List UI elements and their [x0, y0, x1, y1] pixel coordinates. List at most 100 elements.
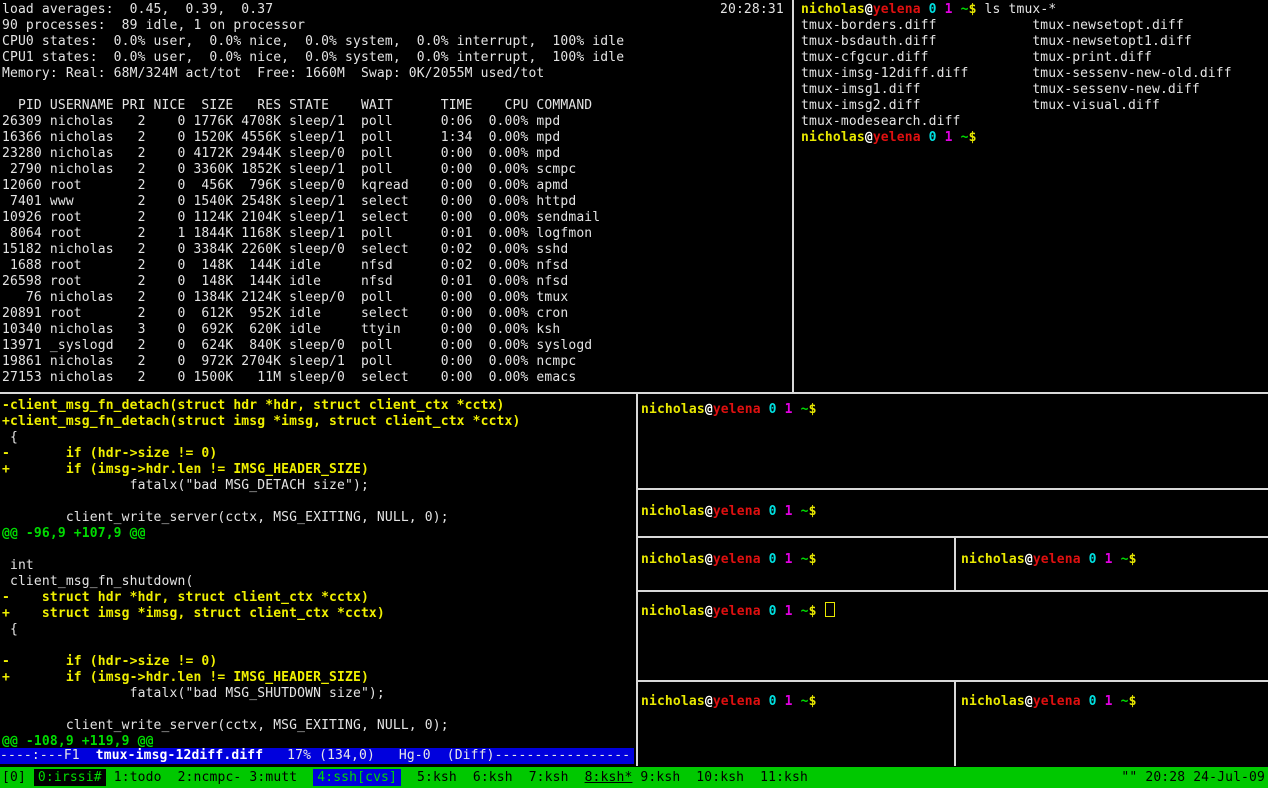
pane-shell-3-right[interactable]: nicholas@yelena 0 1 ~$	[956, 538, 1268, 590]
prompt-user: nicholas	[641, 604, 705, 619]
status-separator	[513, 770, 529, 785]
at-sign: @	[705, 552, 713, 567]
ls-file-row: tmux-modesearch.diff	[801, 114, 1232, 130]
prompt-host: yelena	[713, 552, 761, 567]
pane-shell-5-right[interactable]: nicholas@yelena 0 1 ~$	[956, 682, 1268, 766]
process-row: 13971 _syslogd 2 0 624K 840K sleep/0 pol…	[2, 338, 624, 354]
status-window-10[interactable]: 10:ksh	[696, 770, 744, 785]
top-summary-line: Memory: Real: 68M/324M act/tot Free: 166…	[2, 66, 624, 82]
session-name: [0]	[2, 770, 26, 785]
diff-line-removed: - if (hdr->size != 0)	[2, 654, 520, 670]
diff-line-removed: - struct hdr *hdr, struct client_ctx *cc…	[2, 590, 520, 606]
status-window-11[interactable]: 11:ksh	[760, 770, 808, 785]
prompt-path: ~	[1121, 552, 1129, 567]
prompt-user: nicholas	[641, 694, 705, 709]
top-summary-line: CPU1 states: 0.0% user, 0.0% nice, 0.0% …	[2, 50, 624, 66]
prompt-host: yelena	[713, 402, 761, 417]
pane-shell-1[interactable]: nicholas@yelena 0 1 ~$	[638, 394, 1268, 488]
process-row: 16366 nicholas 2 0 1520K 4556K sleep/1 p…	[2, 130, 624, 146]
diff-line-context: client_write_server(cctx, MSG_EXITING, N…	[2, 718, 520, 734]
prompt-jobs-count: 0	[929, 2, 937, 17]
status-window-7[interactable]: 7:ksh	[529, 770, 569, 785]
prompt-history-count: 1	[785, 604, 793, 619]
process-row: 19861 nicholas 2 0 972K 2704K sleep/1 po…	[2, 354, 624, 370]
prompt-jobs-count: 0	[769, 504, 777, 519]
prompt-path: ~	[1121, 694, 1129, 709]
diff-line-context	[2, 638, 520, 654]
status-window-4[interactable]: 4:ssh[cvs]	[313, 769, 401, 786]
prompt-jobs-count: 0	[769, 694, 777, 709]
shell-prompt-line: nicholas@yelena 0 1 ~$	[641, 402, 817, 418]
prompt-host: yelena	[873, 2, 921, 17]
process-row: 7401 www 2 0 1540K 2548K sleep/1 select …	[2, 194, 624, 210]
status-separator	[744, 770, 760, 785]
prompt-symbol: $	[809, 552, 817, 567]
space	[793, 504, 801, 519]
pane-shell-2[interactable]: nicholas@yelena 0 1 ~$	[638, 490, 1268, 536]
space	[793, 604, 801, 619]
prompt-user: nicholas	[801, 2, 865, 17]
prompt-history-count: 1	[945, 2, 953, 17]
tmux-status-bar: [0] 0:irssi# 1:todo 2:ncmpc- 3:mutt 4:ss…	[0, 767, 1268, 788]
space	[777, 504, 785, 519]
pane-shell-5-left[interactable]: nicholas@yelena 0 1 ~$	[638, 682, 954, 766]
process-row: 27153 nicholas 2 0 1500K 11M sleep/0 sel…	[2, 370, 624, 386]
prompt-jobs-count: 0	[1089, 694, 1097, 709]
at-sign: @	[1025, 694, 1033, 709]
at-sign: @	[705, 402, 713, 417]
at-sign: @	[1025, 552, 1033, 567]
pane-top-command[interactable]: load averages: 0.45, 0.39, 0.3790 proces…	[0, 0, 790, 392]
ls-file-row: tmux-cfgcur.diff tmux-print.diff	[801, 50, 1232, 66]
diff-line-context: int	[2, 558, 520, 574]
status-window-3[interactable]: 3:mutt	[249, 770, 297, 785]
space	[793, 402, 801, 417]
diff-line-context: client_msg_fn_shutdown(	[2, 574, 520, 590]
ls-file-row: tmux-imsg1.diff tmux-sessenv-new.diff	[801, 82, 1232, 98]
prompt-history-count: 1	[785, 552, 793, 567]
space	[761, 694, 769, 709]
status-separator	[457, 770, 473, 785]
space	[1081, 552, 1089, 567]
space	[1097, 552, 1105, 567]
shell-prompt-line: nicholas@yelena 0 1 ~$ ls tmux-*	[801, 2, 1232, 18]
prompt-symbol: $	[809, 694, 817, 709]
space	[937, 2, 945, 17]
at-sign: @	[865, 130, 873, 145]
prompt-host: yelena	[1033, 552, 1081, 567]
status-window-6[interactable]: 6:ksh	[473, 770, 513, 785]
pane-shell-ls[interactable]: nicholas@yelena 0 1 ~$ ls tmux-* tmux-bo…	[796, 0, 1268, 392]
pane-shell-3-left[interactable]: nicholas@yelena 0 1 ~$	[638, 538, 954, 590]
space	[1081, 694, 1089, 709]
diff-line-context	[2, 494, 520, 510]
pane-emacs-diff[interactable]: -client_msg_fn_detach(struct hdr *hdr, s…	[0, 396, 634, 766]
shell-prompt-line: nicholas@yelena 0 1 ~$	[641, 552, 817, 568]
diff-line-context: client_write_server(cctx, MSG_EXITING, N…	[2, 510, 520, 526]
prompt-path: ~	[801, 604, 809, 619]
pane-shell-4-active[interactable]: nicholas@yelena 0 1 ~$	[638, 592, 1268, 680]
pane-border-vertical-top	[792, 0, 794, 392]
status-window-9[interactable]: 9:ksh	[640, 770, 680, 785]
ls-file-list: tmux-borders.diff tmux-newsetopt.difftmu…	[801, 18, 1232, 130]
status-window-2[interactable]: 2:ncmpc-	[178, 770, 242, 785]
top-summary: load averages: 0.45, 0.39, 0.3790 proces…	[2, 2, 624, 386]
prompt-user: nicholas	[801, 130, 865, 145]
process-row: 15182 nicholas 2 0 3384K 2260K sleep/0 s…	[2, 242, 624, 258]
prompt-host: yelena	[713, 694, 761, 709]
prompt-history-count: 1	[1105, 694, 1113, 709]
space	[1113, 552, 1121, 567]
top-summary-line: CPU0 states: 0.0% user, 0.0% nice, 0.0% …	[2, 34, 624, 50]
status-separator	[297, 770, 313, 785]
prompt-user: nicholas	[641, 402, 705, 417]
status-window-1[interactable]: 1:todo	[114, 770, 162, 785]
status-window-0[interactable]: 0:irssi#	[34, 769, 106, 786]
process-row: 23280 nicholas 2 0 4172K 2944K sleep/0 p…	[2, 146, 624, 162]
diff-line-context: fatalx("bad MSG_DETACH size");	[2, 478, 520, 494]
diff-line-added: +client_msg_fn_detach(struct imsg *imsg,…	[2, 414, 520, 430]
status-window-5[interactable]: 5:ksh	[417, 770, 457, 785]
prompt-history-count: 1	[785, 402, 793, 417]
prompt-symbol: $	[969, 130, 977, 145]
ls-file-row: tmux-bsdauth.diff tmux-newsetopt1.diff	[801, 34, 1232, 50]
status-window-8[interactable]: 8:ksh*	[585, 770, 633, 785]
terminal-cursor	[825, 602, 835, 617]
prompt-jobs-count: 0	[769, 402, 777, 417]
